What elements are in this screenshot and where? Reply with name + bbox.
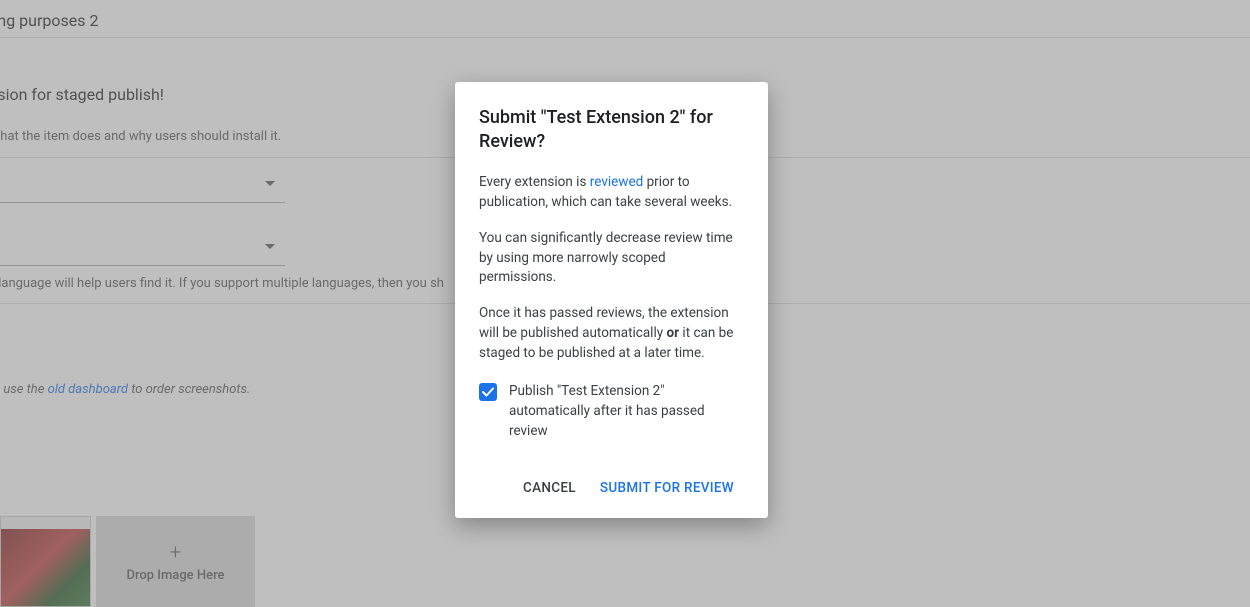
dialog-paragraph-3: Once it has passed reviews, the extensio…	[479, 304, 744, 364]
auto-publish-checkbox-label: Publish "Test Extension 2" automatically…	[509, 382, 744, 442]
dialog-paragraph-1: Every extension is reviewed prior to pub…	[479, 173, 744, 213]
dialog-actions: CANCEL SUBMIT FOR REVIEW	[479, 472, 744, 504]
submit-review-dialog: Submit "Test Extension 2" for Review? Ev…	[455, 82, 768, 518]
auto-publish-checkbox-row: Publish "Test Extension 2" automatically…	[479, 382, 744, 442]
auto-publish-checkbox[interactable]	[479, 383, 497, 401]
cancel-button[interactable]: CANCEL	[513, 472, 586, 504]
dialog-paragraph-2: You can significantly decrease review ti…	[479, 229, 744, 289]
submit-for-review-button[interactable]: SUBMIT FOR REVIEW	[590, 472, 744, 504]
reviewed-link[interactable]: reviewed	[590, 174, 643, 190]
checkmark-icon	[481, 385, 495, 399]
dialog-body: Every extension is reviewed prior to pub…	[479, 173, 744, 443]
dialog-title: Submit "Test Extension 2" for Review?	[479, 106, 744, 155]
